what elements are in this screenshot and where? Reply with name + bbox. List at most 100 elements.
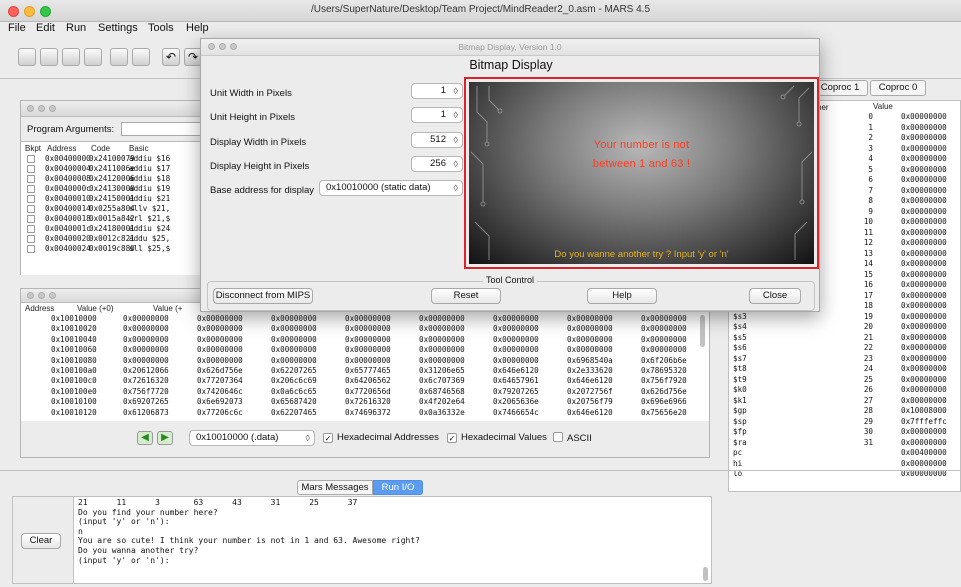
- save-icon[interactable]: [62, 48, 80, 66]
- window-title-bar: /Users/SuperNature/Desktop/Team Project/…: [0, 0, 961, 22]
- register-value: 0x00000000: [901, 280, 947, 289]
- breakpoint-checkbox[interactable]: [27, 175, 35, 183]
- register-name: $fp: [733, 427, 747, 436]
- base-address-select[interactable]: 0x10010000 (static data): [319, 180, 463, 196]
- register-number: 27: [863, 395, 873, 405]
- menu-file[interactable]: File: [8, 22, 26, 34]
- memory-address: 0x10010000: [51, 314, 97, 323]
- open-file-icon[interactable]: [40, 48, 58, 66]
- breakpoint-checkbox[interactable]: [27, 225, 35, 233]
- minimize-window-button[interactable]: [24, 6, 35, 17]
- memory-value: 0x20612066: [123, 366, 169, 375]
- register-number: 28: [863, 406, 873, 415]
- menu-run[interactable]: Run: [66, 22, 86, 34]
- code-basic: addiu $24: [129, 224, 171, 233]
- memory-value: 0x00000000: [567, 345, 613, 355]
- memory-value: 0x00000000: [345, 324, 391, 334]
- zoom-window-button[interactable]: [40, 6, 51, 17]
- register-value: 0x00000000: [901, 112, 947, 121]
- data-scrollbar[interactable]: [700, 315, 705, 347]
- memory-value: 0x00000000: [641, 314, 687, 323]
- register-number: 18: [863, 301, 873, 310]
- breakpoint-checkbox[interactable]: [27, 165, 35, 173]
- console-scrollbar[interactable]: [703, 567, 708, 581]
- register-number: 20: [863, 322, 873, 331]
- unit-width-select[interactable]: 1: [411, 83, 463, 99]
- register-row: $t8 24 0x00000000: [729, 364, 959, 374]
- tab-run-io[interactable]: Run I/O: [373, 480, 423, 495]
- register-number: 4: [868, 154, 873, 163]
- breakpoint-checkbox[interactable]: [27, 215, 35, 223]
- hex-addresses-checkbox[interactable]: ✓ Hexadecimal Addresses: [323, 432, 439, 443]
- display-height-select[interactable]: 256: [411, 156, 463, 172]
- menu-tools[interactable]: Tools: [148, 22, 174, 34]
- tab-mars-messages[interactable]: Mars Messages: [297, 480, 373, 495]
- breakpoint-checkbox[interactable]: [27, 185, 35, 193]
- register-number: 22: [863, 343, 873, 352]
- breakpoint-checkbox[interactable]: [27, 205, 35, 213]
- reset-button[interactable]: Reset: [431, 288, 501, 304]
- close-button[interactable]: Close: [749, 288, 801, 304]
- menu-settings[interactable]: Settings: [98, 22, 138, 34]
- register-row: $s7 23 0x00000000: [729, 354, 959, 364]
- run-io-panel: Clear 21 11 3 63 43 31 25 37 Do you find …: [12, 496, 712, 584]
- table-row: 0x10010100 0x69207265 0x6e692073 0x65687420…: [21, 397, 701, 407]
- ascii-checkbox[interactable]: ASCII: [553, 432, 592, 444]
- address-select[interactable]: 0x10010000 (.data): [189, 430, 315, 446]
- previous-arrow-icon[interactable]: ◀: [137, 431, 153, 445]
- tab-coproc1[interactable]: Coproc 1: [812, 80, 868, 96]
- hex-values-checkbox[interactable]: ✓ Hexadecimal Values: [447, 432, 547, 443]
- save-as-icon[interactable]: [84, 48, 102, 66]
- register-value: 0x00000000: [901, 458, 947, 468]
- assemble-icon[interactable]: [110, 48, 128, 66]
- register-value: 0x00000000: [901, 248, 947, 258]
- register-value: 0x00000000: [901, 143, 947, 153]
- unit-height-select[interactable]: 1: [411, 107, 463, 123]
- breakpoint-checkbox[interactable]: [27, 235, 35, 243]
- dump-icon[interactable]: [132, 48, 150, 66]
- disconnect-button[interactable]: Disconnect from MIPS: [213, 288, 313, 304]
- register-number: 26: [863, 385, 873, 394]
- display-width-label: Display Width in Pixels: [210, 137, 307, 148]
- memory-value: 0x626d756e: [641, 386, 687, 396]
- circuit-pattern-icon: [470, 85, 813, 260]
- help-button[interactable]: Help: [587, 288, 657, 304]
- console-output[interactable]: 21 11 3 63 43 31 25 37 Do you find your n…: [73, 497, 711, 583]
- tab-coproc0[interactable]: Coproc 0: [870, 80, 926, 96]
- code-address: 0x00400018: [45, 214, 91, 223]
- next-arrow-icon[interactable]: ▶: [157, 431, 173, 445]
- code-basic: srl $21,$: [129, 214, 171, 223]
- memory-value: 0x79207265: [493, 386, 539, 396]
- register-number: 16: [863, 280, 873, 289]
- breakpoint-checkbox[interactable]: [27, 155, 35, 163]
- table-row: 0x10010040 0x00000000 0x00000000 0x00000000…: [21, 335, 701, 345]
- memory-address: 0x10010020: [51, 324, 97, 334]
- breakpoint-checkbox[interactable]: [27, 195, 35, 203]
- table-row: 0x100100e0 0x756f7720 0x7420646c 0x0a6c6c65…: [21, 387, 701, 397]
- console-line: You are so cute! I think your number is …: [78, 536, 420, 546]
- register-row: $s6 22 0x00000000: [729, 343, 959, 353]
- memory-value: 0x00000000: [123, 355, 169, 365]
- breakpoint-checkbox[interactable]: [27, 245, 35, 253]
- register-value: 0x00000000: [901, 301, 947, 310]
- memory-address: 0x10010060: [51, 345, 97, 355]
- window-title: /Users/SuperNature/Desktop/Team Project/…: [310, 4, 651, 15]
- undo-icon[interactable]: ↶: [162, 48, 180, 66]
- register-number: 19: [863, 311, 873, 321]
- new-file-icon[interactable]: [18, 48, 36, 66]
- display-width-select[interactable]: 512: [411, 132, 463, 148]
- memory-value: 0x4f202e64: [419, 397, 465, 407]
- register-row: $ra 31 0x00000000: [729, 438, 959, 448]
- clear-button[interactable]: Clear: [21, 533, 61, 549]
- unit-height-label: Unit Height in Pixels: [210, 112, 296, 123]
- register-row: $gp 28 0x10008000: [729, 406, 959, 416]
- register-value: 0x00400000: [901, 448, 947, 457]
- close-window-button[interactable]: [8, 6, 19, 17]
- memory-value: 0x74696372: [345, 407, 391, 417]
- register-row: $s5 21 0x00000000: [729, 333, 959, 343]
- code-basic: addiu $21: [129, 194, 171, 203]
- menu-edit[interactable]: Edit: [36, 22, 55, 34]
- memory-value: 0x00000000: [271, 324, 317, 334]
- memory-address: 0x100100c0: [51, 376, 97, 386]
- menu-help[interactable]: Help: [186, 22, 209, 34]
